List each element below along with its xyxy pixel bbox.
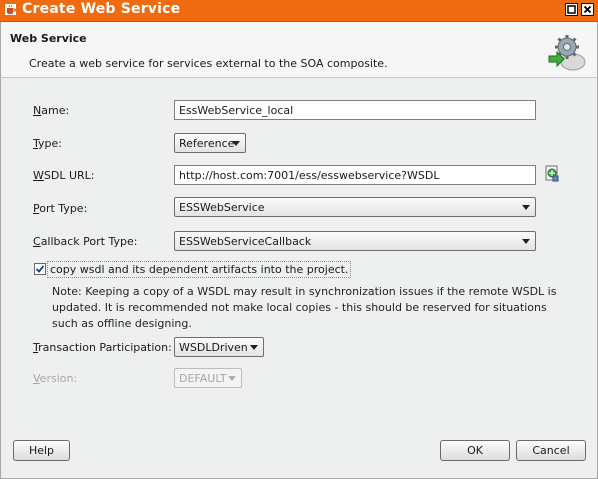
window-title: Create Web Service — [22, 1, 181, 17]
java-cup-icon — [5, 4, 16, 15]
window-titlebar[interactable]: Create Web Service — [0, 0, 598, 22]
type-label: Type: — [33, 137, 62, 150]
checkmark-icon — [35, 265, 45, 273]
wsdl-url-label: WSDL URL: — [33, 169, 95, 182]
wsdl-url-input[interactable]: http://host.com:7001/ess/esswebservice?W… — [174, 165, 536, 185]
callback-port-type-select-value: ESSWebServiceCallback — [179, 235, 312, 248]
maximize-button[interactable] — [565, 3, 578, 16]
transaction-select[interactable]: WSDLDriven — [174, 337, 264, 357]
header-title: Web Service — [10, 32, 87, 45]
callback-port-type-select[interactable]: ESSWebServiceCallback — [174, 231, 536, 251]
close-button[interactable] — [581, 3, 594, 16]
sync-note: Note: Keeping a copy of a WSDL may resul… — [52, 285, 557, 330]
copy-wsdl-label[interactable]: copy wsdl and its dependent artifacts in… — [47, 261, 352, 278]
transaction-label: Transaction Participation: — [33, 341, 172, 354]
chevron-down-icon — [228, 376, 236, 381]
header-description: Create a web service for services extern… — [29, 57, 388, 70]
dialog-content — [0, 78, 598, 479]
close-icon — [583, 5, 592, 14]
name-input[interactable]: EssWebService_local — [174, 100, 536, 120]
chevron-down-icon — [232, 141, 240, 146]
version-label: Version: — [33, 372, 78, 385]
type-select-value: Reference — [179, 137, 235, 150]
port-type-select-value: ESSWebService — [179, 201, 265, 214]
copy-wsdl-checkbox[interactable] — [34, 263, 46, 275]
version-select: DEFAULT — [174, 368, 242, 388]
chevron-down-icon — [250, 345, 258, 350]
port-type-select[interactable]: ESSWebService — [174, 197, 536, 217]
ok-button[interactable]: OK — [440, 440, 510, 461]
type-select[interactable]: Reference — [174, 133, 246, 153]
chevron-down-icon — [522, 239, 530, 244]
chevron-down-icon — [522, 205, 530, 210]
name-label: Name: — [33, 104, 70, 117]
dialog-header: Web Service Create a web service for ser… — [0, 22, 598, 78]
port-type-label: Port Type: — [33, 202, 88, 215]
cancel-button[interactable]: Cancel — [516, 440, 586, 461]
maximize-icon — [567, 5, 576, 14]
web-service-gear-icon — [548, 35, 586, 71]
help-button[interactable]: Help — [13, 440, 70, 461]
transaction-select-value: WSDLDriven — [179, 341, 248, 354]
callback-port-type-label: Callback Port Type: — [33, 235, 138, 248]
version-select-value: DEFAULT — [179, 372, 227, 385]
browse-wsdl-icon[interactable] — [544, 165, 560, 182]
